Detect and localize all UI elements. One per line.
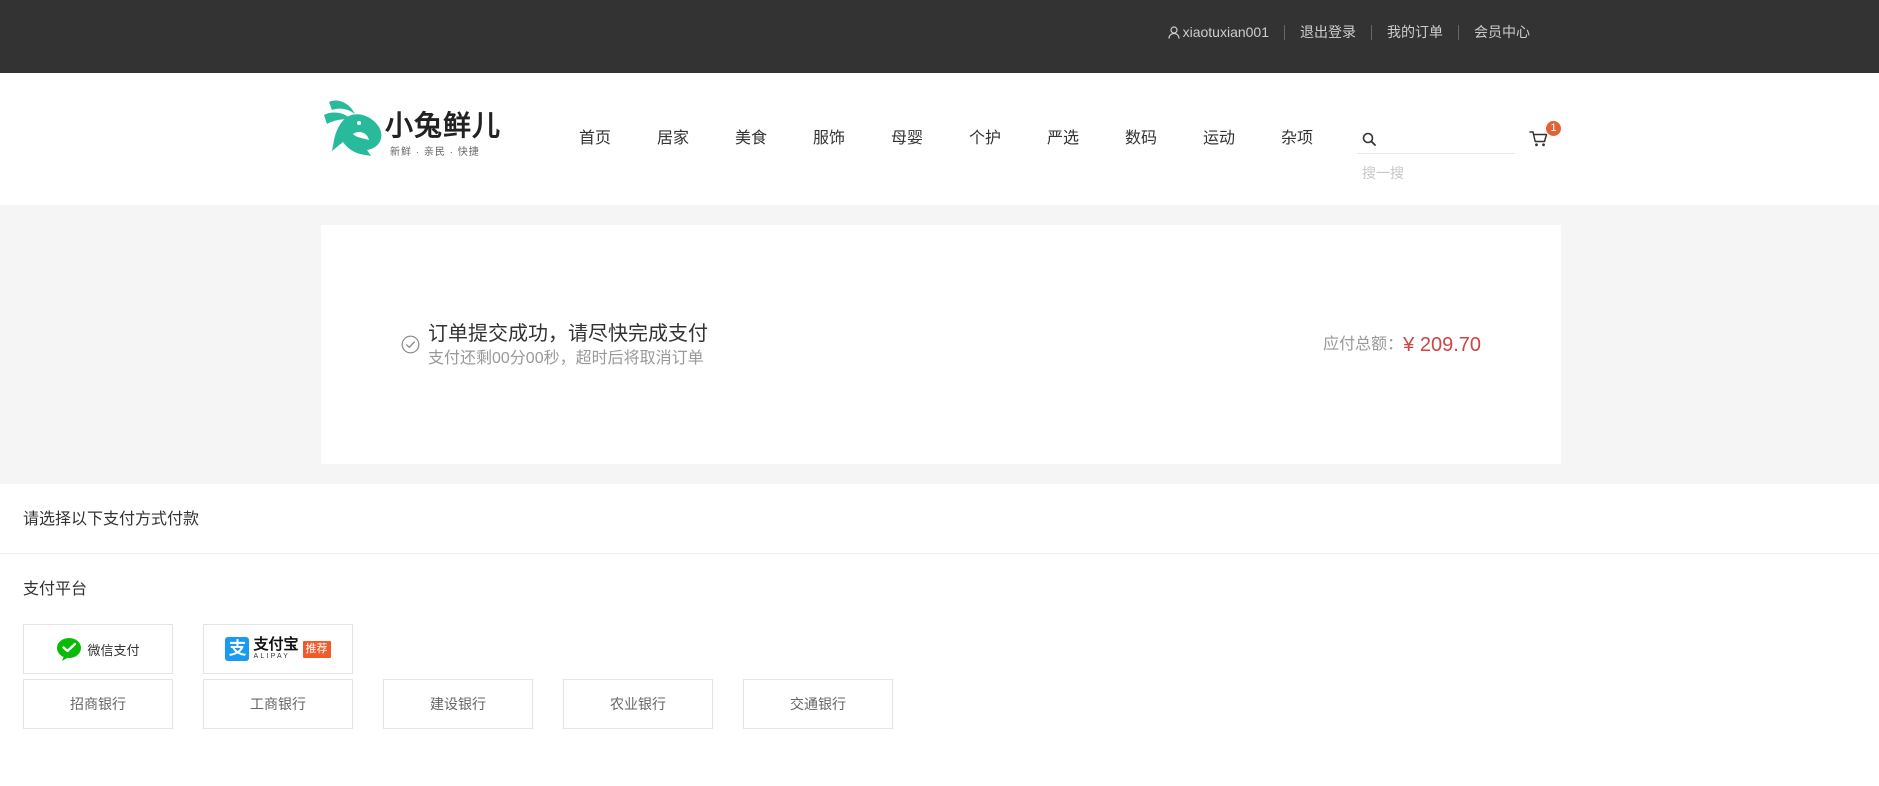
nav-link-food[interactable]: 美食 <box>735 130 767 147</box>
user-icon <box>1167 25 1180 39</box>
payment-platform-heading: 支付平台 <box>23 581 88 598</box>
search-icon[interactable] <box>1362 132 1376 146</box>
payment-method-heading: 请选择以下支付方式付款 <box>23 511 200 528</box>
nav-item: 居家 <box>654 127 692 151</box>
logo-name: 小兔鲜儿 <box>385 110 502 141</box>
order-success-title: 订单提交成功，请尽快完成支付 <box>428 322 708 345</box>
alipay-button[interactable]: 支 支付宝 ALIPAY 推荐 <box>203 624 353 674</box>
divider <box>0 553 1879 554</box>
alipay-wordmark: 支付宝 ALIPAY <box>253 637 298 661</box>
order-status-band: 订单提交成功，请尽快完成支付 支付还剩00分00秒，超时后将取消订单 应付总额：… <box>0 205 1879 484</box>
bank-button-cmb[interactable]: 招商银行 <box>23 679 173 729</box>
nav-item: 运动 <box>1200 127 1238 151</box>
search-box <box>1357 124 1515 154</box>
nav-link-home[interactable]: 首页 <box>579 130 611 147</box>
username: xiaotuxian001 <box>1182 23 1269 40</box>
wechat-pay-button[interactable]: 微信支付 <box>23 624 173 674</box>
nav-link-baby[interactable]: 母婴 <box>891 130 923 147</box>
total-amount: ¥ 209.70 <box>1403 333 1481 356</box>
rabbit-logo-icon <box>324 100 382 156</box>
nav-item: 严选 <box>1044 127 1082 151</box>
nav-item: 美食 <box>732 127 770 151</box>
main-nav: 首页 居家 美食 服饰 母婴 个护 严选 数码 运动 杂项 <box>576 127 1356 151</box>
logo-slogan: 新鲜 · 亲民 · 快捷 <box>390 147 480 158</box>
bank-button-abc[interactable]: 农业银行 <box>563 679 713 729</box>
nav-link-sports[interactable]: 运动 <box>1203 130 1235 147</box>
wechat-pay-label: 微信支付 <box>87 642 140 658</box>
alipay-sublabel: ALIPAY <box>253 653 291 660</box>
alipay-label: 支付宝 <box>253 636 299 653</box>
nav-link-misc[interactable]: 杂项 <box>1281 130 1313 147</box>
nav-item: 杂项 <box>1278 127 1316 151</box>
bank-button-ccb[interactable]: 建设银行 <box>383 679 533 729</box>
my-orders-link[interactable]: 我的订单 <box>1371 24 1458 40</box>
site-header: 小兔鲜儿 新鲜 · 亲民 · 快捷 首页 居家 美食 服饰 母婴 个护 严选 数… <box>0 73 1879 205</box>
member-center-link[interactable]: 会员中心 <box>1458 24 1545 40</box>
order-status-texts: 订单提交成功，请尽快完成支付 支付还剩00分00秒，超时后将取消订单 <box>428 320 708 370</box>
nav-link-home-living[interactable]: 居家 <box>657 130 689 147</box>
nav-link-apparel[interactable]: 服饰 <box>813 130 845 147</box>
order-status-card: 订单提交成功，请尽快完成支付 支付还剩00分00秒，超时后将取消订单 应付总额：… <box>321 225 1561 464</box>
payment-countdown: 支付还剩00分00秒，超时后将取消订单 <box>428 349 704 367</box>
total-label: 应付总额： <box>1323 335 1404 353</box>
nav-item: 首页 <box>576 127 614 151</box>
cart-count-badge: 1 <box>1546 121 1561 136</box>
bank-button-icbc[interactable]: 工商银行 <box>203 679 353 729</box>
logout-link[interactable]: 退出登录 <box>1284 24 1371 40</box>
top-bar-item-orders: 我的订单 <box>1371 24 1458 40</box>
nav-item: 个护 <box>966 127 1004 151</box>
nav-item: 数码 <box>1122 127 1160 151</box>
wechat-pay-icon <box>57 638 82 661</box>
nav-link-personal-care[interactable]: 个护 <box>969 130 1001 147</box>
nav-item: 母婴 <box>888 127 926 151</box>
nav-link-selected[interactable]: 严选 <box>1047 130 1079 147</box>
top-bar-item-user: xiaotuxian001 <box>1153 23 1284 40</box>
top-bar: xiaotuxian001 退出登录 我的订单 会员中心 <box>0 0 1879 73</box>
top-bar-links: xiaotuxian001 退出登录 我的订单 会员中心 <box>1153 0 1545 64</box>
bank-button-bocom[interactable]: 交通银行 <box>743 679 893 729</box>
order-total: 应付总额： ¥ 209.70 <box>1323 333 1481 357</box>
recommend-badge: 推荐 <box>302 640 331 658</box>
user-link[interactable]: xiaotuxian001 <box>1153 23 1284 40</box>
check-circle-icon <box>401 335 420 354</box>
cart-icon[interactable] <box>1529 130 1549 148</box>
site-logo[interactable]: 小兔鲜儿 新鲜 · 亲民 · 快捷 <box>323 94 505 160</box>
alipay-icon: 支 <box>225 637 250 661</box>
nav-link-digital[interactable]: 数码 <box>1125 130 1157 147</box>
top-bar-item-logout: 退出登录 <box>1284 24 1371 40</box>
nav-item: 服饰 <box>810 127 848 151</box>
search-input[interactable] <box>1357 163 1497 183</box>
top-bar-item-member: 会员中心 <box>1458 24 1545 40</box>
order-status: 订单提交成功，请尽快完成支付 支付还剩00分00秒，超时后将取消订单 <box>401 320 708 370</box>
